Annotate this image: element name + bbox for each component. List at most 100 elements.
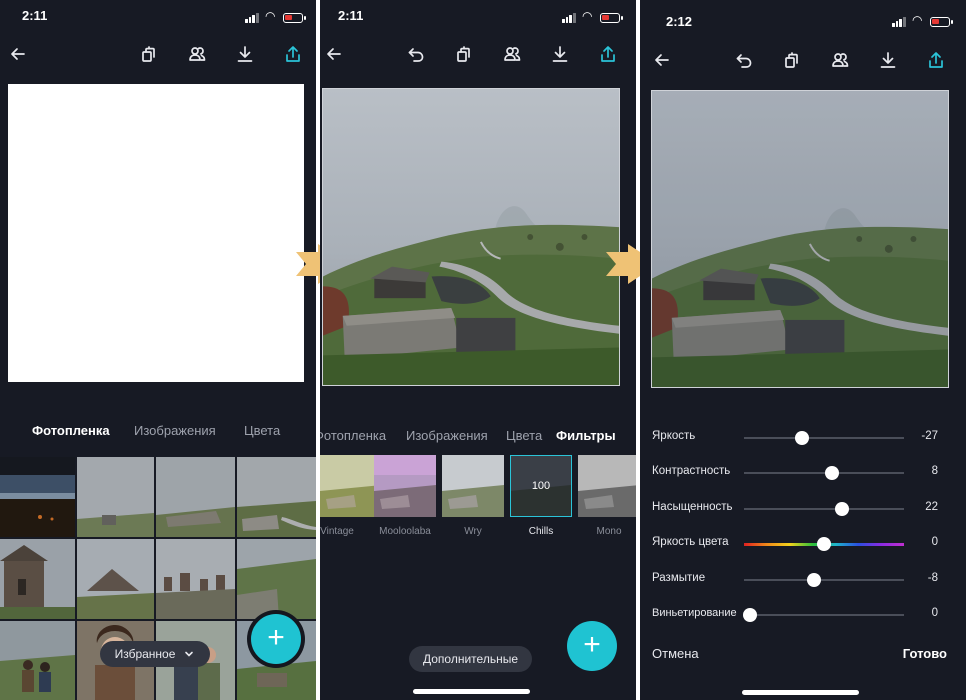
- collaborate-icon: [504, 47, 521, 61]
- add-button[interactable]: +: [567, 621, 617, 671]
- slider-knob[interactable]: [825, 466, 839, 480]
- adjustment-label: Контрастность: [652, 465, 731, 477]
- screen-photo-picker: 2:11 ◠ Фотопленка Изображения Цвета + Из…: [0, 0, 316, 700]
- filter-intensity-value: 100: [531, 480, 551, 492]
- signal-icon: [245, 12, 259, 23]
- slider-knob[interactable]: [743, 608, 758, 622]
- layers-button[interactable]: [450, 40, 478, 68]
- blank-canvas[interactable]: [8, 84, 304, 382]
- share-button[interactable]: [279, 40, 307, 68]
- adjustment-value: -27: [921, 430, 938, 442]
- filter-mono[interactable]: [578, 455, 636, 517]
- canvas-photo[interactable]: [651, 90, 949, 388]
- slider-knob[interactable]: [817, 537, 831, 551]
- layers-icon: [785, 52, 798, 68]
- tab-filters[interactable]: Фильтры: [556, 428, 616, 443]
- done-button[interactable]: Готово: [903, 646, 947, 661]
- signal-icon: [562, 12, 576, 23]
- layers-icon: [457, 46, 470, 62]
- wifi-icon: ◠: [265, 9, 276, 23]
- adjustment-label: Виньетирование: [652, 607, 737, 619]
- undo-button[interactable]: [730, 46, 758, 74]
- share-icon: [929, 52, 943, 68]
- photo-thumbnail[interactable]: [0, 457, 75, 537]
- download-button[interactable]: [231, 40, 259, 68]
- filter-label: Chills: [528, 526, 554, 537]
- tab-colors[interactable]: Цвета: [506, 428, 542, 443]
- tint-slider[interactable]: [744, 537, 904, 551]
- home-indicator: [742, 690, 859, 695]
- battery-icon: [283, 13, 306, 23]
- screen-filters: 2:11 ◠ Фотопленка Изображения Цвета Филь…: [320, 0, 636, 700]
- undo-icon: [736, 54, 752, 68]
- back-button[interactable]: [4, 40, 32, 68]
- battery-icon: [600, 13, 623, 23]
- status-bar: 2:11 ◠: [320, 0, 636, 34]
- filter-wry[interactable]: [442, 455, 504, 517]
- more-button[interactable]: Дополнительные: [409, 646, 532, 672]
- layers-button[interactable]: [135, 40, 163, 68]
- filter-mooloolaba[interactable]: [374, 455, 436, 517]
- back-arrow-icon: [327, 48, 341, 60]
- adjustment-value: 0: [931, 536, 938, 548]
- tab-images[interactable]: Изображения: [406, 428, 488, 443]
- filter-chills[interactable]: 100: [510, 455, 572, 517]
- share-button[interactable]: [922, 46, 950, 74]
- back-arrow-icon: [655, 54, 669, 66]
- status-icons: ◠: [892, 13, 954, 28]
- status-icons: ◠: [245, 9, 307, 24]
- adjustment-value: 0: [931, 607, 938, 619]
- share-icon: [601, 46, 615, 62]
- signal-icon: [892, 16, 906, 27]
- download-icon: [552, 46, 568, 62]
- collaborate-button[interactable]: [183, 40, 211, 68]
- tab-images[interactable]: Изображения: [134, 423, 216, 438]
- photo-thumbnail[interactable]: [0, 539, 75, 619]
- collaborate-button[interactable]: [498, 40, 526, 68]
- download-icon: [237, 46, 253, 62]
- adjustment-value: -8: [927, 572, 938, 584]
- photo-thumbnail[interactable]: [156, 539, 235, 619]
- photo-thumbnail[interactable]: [0, 621, 75, 700]
- blur-slider[interactable]: [744, 573, 904, 587]
- photo-thumbnail[interactable]: [77, 457, 154, 537]
- undo-button[interactable]: [402, 40, 430, 68]
- tab-colors[interactable]: Цвета: [244, 423, 280, 438]
- slider-knob[interactable]: [795, 431, 810, 445]
- photo-thumbnail[interactable]: [237, 539, 316, 619]
- photo-thumbnail[interactable]: [156, 457, 235, 537]
- home-indicator: [413, 689, 530, 694]
- back-button[interactable]: [648, 46, 676, 74]
- contrast-slider[interactable]: [744, 466, 904, 480]
- photo-thumbnail[interactable]: [77, 539, 154, 619]
- more-label: Дополнительные: [423, 652, 518, 666]
- download-button[interactable]: [546, 40, 574, 68]
- add-button[interactable]: +: [251, 614, 301, 664]
- back-button[interactable]: [320, 40, 348, 68]
- chevron-down-icon: [185, 651, 194, 657]
- wifi-icon: ◠: [582, 9, 593, 23]
- saturation-slider[interactable]: [744, 502, 904, 516]
- plus-icon: +: [267, 620, 285, 654]
- download-button[interactable]: [874, 46, 902, 74]
- vignette-slider[interactable]: [743, 608, 904, 622]
- plus-icon: +: [583, 627, 601, 661]
- slider-knob[interactable]: [834, 502, 849, 516]
- tab-camera-roll[interactable]: Фотопленка: [32, 423, 110, 438]
- photo-thumbnail[interactable]: [237, 457, 316, 537]
- filter-vintage[interactable]: [320, 455, 382, 517]
- slider-knob[interactable]: [807, 573, 822, 587]
- collaborate-button[interactable]: [826, 46, 854, 74]
- favorites-dropdown[interactable]: Избранное: [100, 641, 210, 667]
- share-icon: [286, 46, 300, 62]
- share-button[interactable]: [594, 40, 622, 68]
- status-icons: ◠: [562, 9, 624, 24]
- adjustment-label: Яркость: [652, 430, 696, 442]
- collaborate-icon: [832, 53, 849, 67]
- layers-button[interactable]: [778, 46, 806, 74]
- canvas-photo[interactable]: [322, 88, 620, 386]
- wifi-icon: ◠: [912, 13, 923, 27]
- brightness-slider[interactable]: [744, 431, 904, 445]
- tab-camera-roll[interactable]: Фотопленка: [320, 428, 386, 443]
- cancel-button[interactable]: Отмена: [652, 646, 699, 661]
